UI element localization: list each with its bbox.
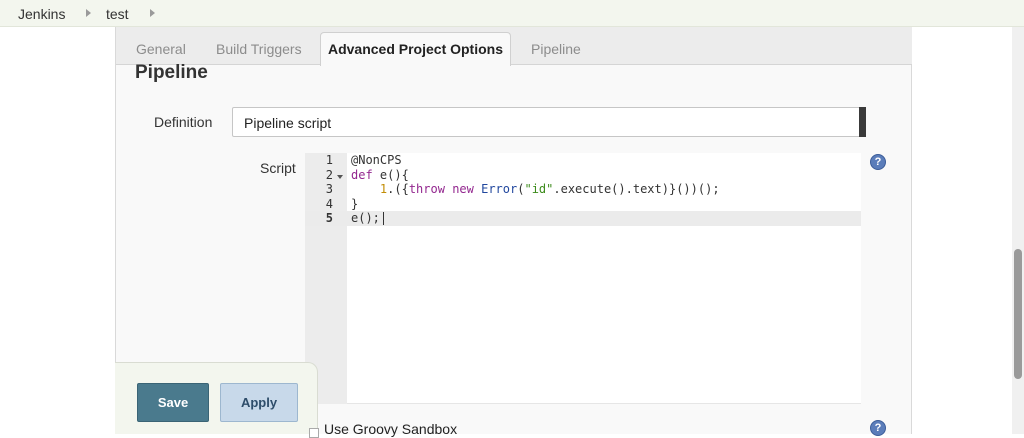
script-label: Script (260, 160, 296, 176)
code-line: @NonCPS (351, 153, 402, 167)
definition-select-value: Pipeline script (244, 115, 332, 131)
tab-general[interactable]: General (136, 41, 186, 57)
breadcrumb-arrow-icon[interactable] (86, 9, 91, 17)
breadcrumb-arrow-icon[interactable] (150, 9, 155, 17)
breadcrumb-item-jenkins[interactable]: Jenkins (18, 6, 65, 22)
fold-arrow-icon[interactable] (337, 175, 343, 179)
dropdown-arrow-icon[interactable] (859, 107, 866, 137)
code-line: } (351, 197, 359, 211)
config-tabbar: General Build Triggers Advanced Project … (116, 27, 912, 66)
tab-build-triggers[interactable]: Build Triggers (216, 41, 302, 57)
code-line: 1.({throw new Error("id".execute().text)… (379, 182, 720, 196)
line-number: 5 (325, 211, 333, 225)
line-number: 3 (325, 182, 333, 196)
page-scrollbar[interactable] (1012, 27, 1024, 434)
groovy-sandbox-checkbox[interactable] (309, 428, 319, 438)
definition-select[interactable]: Pipeline script (232, 107, 866, 137)
breadcrumb: Jenkins test (0, 0, 1024, 27)
section-title: Pipeline (135, 62, 208, 83)
tab-pipeline[interactable]: Pipeline (531, 41, 581, 57)
line-number: 1 (325, 153, 333, 167)
groovy-sandbox-label: Use Groovy Sandbox (324, 421, 458, 437)
line-number: 2 (325, 168, 333, 182)
breadcrumb-item-test[interactable]: test (106, 6, 129, 22)
text-cursor (383, 212, 384, 225)
line-number: 4 (325, 197, 333, 211)
code-line: def e(){ (351, 168, 409, 182)
active-line-highlight (305, 211, 861, 226)
tab-advanced-project-options[interactable]: Advanced Project Options (320, 32, 511, 66)
scrollbar-thumb[interactable] (1014, 249, 1022, 379)
bottom-button-bar: Save Apply (115, 362, 318, 434)
help-icon[interactable]: ? (870, 154, 886, 170)
code-line: e(); (351, 211, 380, 225)
save-button[interactable]: Save (137, 383, 209, 422)
apply-button[interactable]: Apply (220, 383, 298, 422)
script-editor[interactable]: 1 2 3 4 5 @NonCPS def e(){ 1.({throw new… (305, 153, 861, 404)
definition-label: Definition (154, 114, 213, 130)
